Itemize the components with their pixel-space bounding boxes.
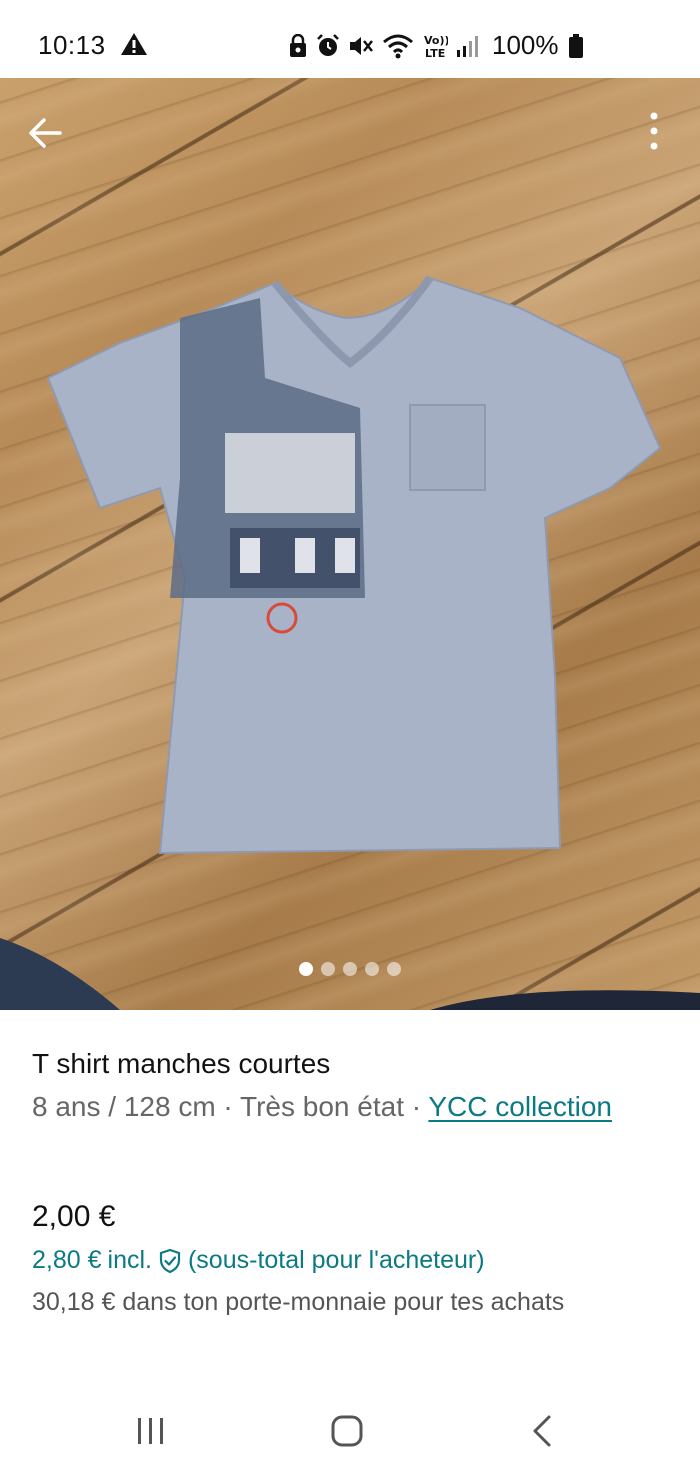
buyer-price: 2,80 € (32, 1246, 102, 1274)
alarm-icon (317, 34, 339, 56)
nav-back-icon[interactable] (530, 1414, 554, 1448)
item-size-condition: 8 ans / 128 cm · Très bon état · (32, 1091, 429, 1122)
pagination-dot[interactable] (321, 962, 335, 976)
more-options-icon[interactable] (640, 110, 668, 156)
home-icon[interactable] (330, 1414, 364, 1448)
pagination-dot[interactable] (365, 962, 379, 976)
buyer-subtotal-label: (sous-total pour l'acheteur) (187, 1246, 485, 1274)
pagination-dot[interactable] (343, 962, 357, 976)
battery-icon (569, 34, 583, 58)
brand-link[interactable]: YCC collection (428, 1091, 612, 1122)
photo-pagination (0, 962, 700, 976)
listing-details: T shirt manches courtes 8 ans / 128 cm ·… (32, 1046, 672, 1126)
pagination-dot[interactable] (387, 962, 401, 976)
signal-icon (457, 36, 478, 57)
pagination-dot-active[interactable] (299, 962, 313, 976)
recent-apps-icon[interactable] (134, 1416, 168, 1446)
wifi-icon (383, 34, 413, 59)
svg-text:Vo)): Vo)) (424, 34, 448, 47)
battery-percent: 100% (492, 30, 559, 60)
svg-text:LTE: LTE (425, 47, 445, 60)
product-photo[interactable] (0, 78, 700, 1010)
status-bar: 10:13 Vo)) LTE 100% (0, 0, 700, 78)
status-time: 10:13 (38, 30, 106, 60)
item-title: T shirt manches courtes (32, 1048, 331, 1079)
warning-icon (121, 33, 147, 55)
tshirt-illustration (0, 275, 700, 1010)
item-price: 2,00 € (32, 1200, 116, 1233)
incl-label: incl. (107, 1246, 152, 1274)
system-nav-bar (0, 1390, 700, 1478)
shield-check-icon (159, 1248, 181, 1273)
wallet-note: 30,18 € dans ton porte-monnaie pour tes … (32, 1288, 565, 1316)
volte-icon: Vo)) LTE (424, 34, 448, 60)
buyer-price-row[interactable]: 2,80 € incl. (sous-total pour l'acheteur… (32, 1246, 485, 1275)
item-meta: 8 ans / 128 cm · Très bon état · YCC col… (32, 1088, 672, 1126)
mute-icon (350, 37, 373, 55)
back-arrow-icon[interactable] (26, 114, 64, 152)
lock-icon (290, 34, 306, 57)
